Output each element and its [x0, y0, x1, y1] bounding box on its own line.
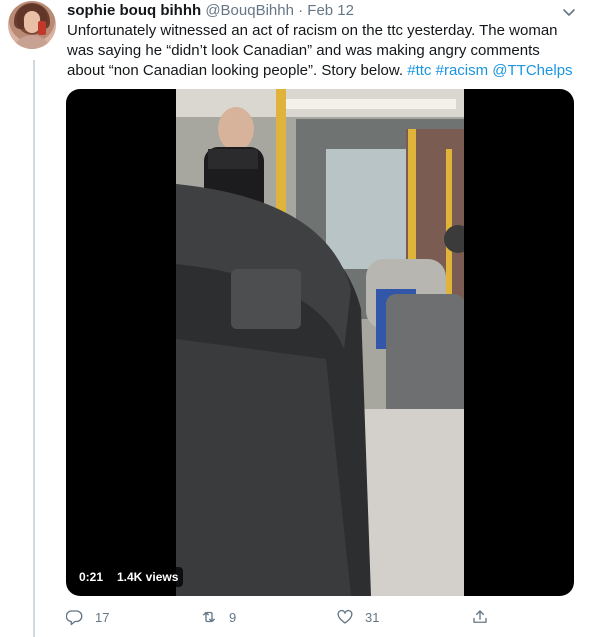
tweet-header: sophie bouq bihhh @BouqBihhh · Feb 12	[67, 1, 354, 21]
tweet-text: Unfortunately witnessed an act of racism…	[67, 21, 577, 81]
hashtag-racism[interactable]: #racism	[436, 62, 489, 79]
tweet-date[interactable]: Feb 12	[307, 2, 354, 19]
reply-count: 17	[95, 609, 110, 625]
author-handle[interactable]: @BouqBihhh	[205, 2, 294, 19]
retweet-count: 9	[229, 609, 237, 625]
video-frame	[176, 89, 464, 596]
tweet-actions: 17 9 31	[66, 606, 496, 628]
reply-button[interactable]: 17	[66, 606, 109, 628]
retweet-icon	[203, 611, 215, 623]
separator-dot: ·	[298, 2, 304, 19]
mention-ttchelps[interactable]: @TTChelps	[492, 62, 572, 79]
retweet-button[interactable]: 9	[200, 606, 236, 628]
video-player[interactable]: 0:21 1.4K views	[66, 89, 574, 596]
video-duration-badge: 0:21	[74, 567, 109, 587]
like-button[interactable]: 31	[336, 606, 379, 628]
author-name[interactable]: sophie bouq bihhh	[67, 2, 201, 19]
chevron-down-icon[interactable]	[561, 4, 577, 20]
reply-icon	[66, 610, 83, 626]
share-icon	[473, 610, 487, 623]
thread-line	[33, 60, 35, 637]
heart-icon	[337, 609, 353, 624]
video-views-badge: 1.4K views	[112, 567, 184, 587]
hashtag-ttc[interactable]: #ttc	[407, 62, 431, 79]
like-count: 31	[365, 609, 380, 625]
avatar[interactable]	[8, 1, 56, 49]
share-button[interactable]	[471, 606, 489, 628]
video-scene	[176, 89, 464, 596]
